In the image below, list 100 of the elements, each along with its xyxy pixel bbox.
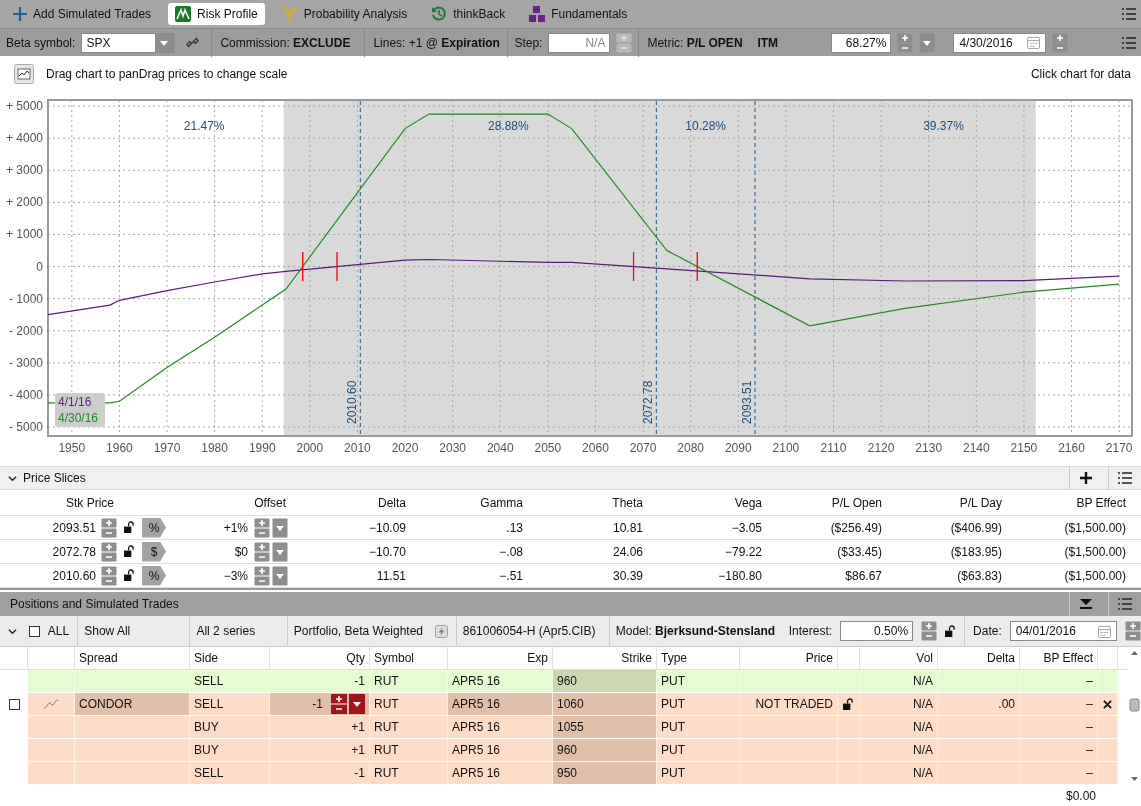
position-row[interactable]: SELL -1 RUT APR5 16 950 PUT N/A – <box>28 762 1118 784</box>
link-icon[interactable] <box>186 36 200 49</box>
caret-icon[interactable] <box>8 473 17 483</box>
axis-label: 2040 <box>486 441 514 455</box>
caret-icon <box>155 32 174 53</box>
series-dropdown[interactable]: All 2 series <box>189 615 279 647</box>
table-cell-text: $0 <box>233 543 249 561</box>
show-dropdown[interactable]: Show All <box>77 615 182 647</box>
account-dropdown[interactable]: 861006054-H (Apr5.CIB) <box>455 615 601 647</box>
table-cell-text: -1 <box>312 697 324 711</box>
tab[interactable]: Add Simulated Trades <box>6 3 159 25</box>
table-cell: RUT <box>370 670 448 692</box>
metric-dropdown[interactable]: Metric: P/L OPEN <box>645 35 750 50</box>
lock-icon[interactable] <box>843 697 854 711</box>
lock-icon[interactable] <box>945 624 957 638</box>
table-cell-text: 24.06 <box>611 543 644 561</box>
lock-icon[interactable] <box>123 521 135 534</box>
table-cell-text: −79.22 <box>723 543 763 561</box>
table-cell-text: −180.80 <box>717 567 763 585</box>
column-header: Symbol <box>370 647 448 669</box>
axis-label: + 2000 <box>5 195 43 210</box>
axis-label: 2160 <box>1058 441 1085 455</box>
chart-hint: Click chart for data <box>1030 67 1131 81</box>
checkbox[interactable] <box>28 625 40 637</box>
dropdown-button[interactable] <box>272 517 288 538</box>
lock-icon[interactable] <box>123 569 135 582</box>
collapse-icon[interactable] <box>1080 598 1092 610</box>
menu-icon[interactable] <box>1122 36 1136 49</box>
column-header: BP Effect <box>1020 647 1098 669</box>
axis-label: 2170 <box>1105 441 1133 455</box>
stepper-control[interactable] <box>254 565 270 586</box>
table-cell: -1 <box>270 670 370 692</box>
table-cell: PUT <box>657 670 740 692</box>
position-row[interactable]: BUY +1 RUT APR5 16 960 PUT N/A – <box>28 739 1118 761</box>
axis-label: 2150 <box>1010 441 1038 455</box>
menu-icon[interactable] <box>1118 598 1132 610</box>
table-cell: 960 <box>553 739 657 761</box>
model-dropdown[interactable]: Model: Bjerksund-Stensland <box>608 615 781 647</box>
close-icon[interactable] <box>1103 699 1112 709</box>
lines-dropdown[interactable]: Lines: +1 @ Expiration <box>371 35 502 50</box>
tab[interactable]: Risk Profile <box>168 3 265 25</box>
stepper-control[interactable] <box>101 517 117 538</box>
table-cell: – <box>1020 693 1098 715</box>
unit-tag[interactable]: % <box>142 517 166 538</box>
table-cell: – <box>1020 762 1098 784</box>
date-field[interactable]: 04/01/2016 <box>1009 621 1117 641</box>
lock-icon[interactable] <box>123 545 135 558</box>
chart-icon <box>175 6 192 22</box>
menu-icon[interactable] <box>1122 8 1136 20</box>
stepper-control[interactable] <box>254 517 270 538</box>
probability-label: 39.37% <box>923 119 964 133</box>
date-field[interactable]: 4/30/2016 <box>953 32 1047 53</box>
stepper-control[interactable] <box>101 565 117 586</box>
calendar-icon[interactable] <box>1097 624 1111 638</box>
tab[interactable]: Probability Analysis <box>274 3 415 25</box>
table-cell: BUY <box>190 716 270 738</box>
lightning-icon[interactable] <box>434 624 448 638</box>
stepper-control[interactable] <box>331 694 365 714</box>
plus-icon[interactable] <box>1080 472 1092 484</box>
caret-icon[interactable] <box>8 626 17 636</box>
unit-tag[interactable]: $ <box>142 541 166 562</box>
column-header: Qty <box>270 647 370 669</box>
column-header: P/L Day <box>958 494 1003 512</box>
position-row[interactable]: CONDOR SELL -1 RUT APR5 16 1060 PUT NOT TRADED N/A .00 – <box>28 693 1118 715</box>
table-cell: APR5 16 <box>448 716 553 738</box>
interest-field[interactable]: 0.50% <box>840 621 914 641</box>
axis-label: 1960 <box>106 441 133 455</box>
probability-field[interactable]: 68.27% <box>831 32 892 53</box>
dropdown-button[interactable] <box>272 565 288 586</box>
table-cell: SELL <box>190 762 270 784</box>
tab[interactable]: Fundamentals <box>522 3 635 25</box>
table-cell-text: ($33.45) <box>836 543 883 561</box>
tab[interactable]: thinkBack <box>424 3 513 25</box>
table-cell-text: 11.51 <box>375 567 407 585</box>
table-cell: APR5 16 <box>448 670 553 692</box>
table-cell: N/A <box>860 693 938 715</box>
table-cell-text: −10.09 <box>367 519 407 537</box>
table-cell-text: −.08 <box>498 543 524 561</box>
dropdown-button[interactable] <box>919 32 936 53</box>
stepper-control[interactable] <box>101 541 117 562</box>
table-cell: RUT <box>370 693 448 715</box>
itm-dropdown[interactable]: ITM <box>755 35 826 50</box>
position-row[interactable]: BUY +1 RUT APR5 16 1055 PUT N/A – <box>28 716 1118 738</box>
dropdown-button[interactable] <box>272 541 288 562</box>
menu-icon[interactable] <box>1118 472 1132 484</box>
table-cell: RUT <box>370 739 448 761</box>
probability-label: 21.47% <box>183 119 225 133</box>
commission-dropdown[interactable]: Commission: EXCLUDE <box>218 35 359 50</box>
stepper-control[interactable] <box>254 541 270 562</box>
unit-tag[interactable]: % <box>142 565 166 586</box>
position-row[interactable]: SELL -1 RUT APR5 16 960 PUT N/A – <box>28 670 1118 692</box>
chart-icon[interactable] <box>14 64 34 84</box>
axis-label: 1950 <box>58 441 86 455</box>
table-cell-text: ($256.49) <box>829 519 883 537</box>
checkbox[interactable] <box>8 698 20 710</box>
symbol-select[interactable]: SPX <box>81 32 175 53</box>
calendar-icon[interactable] <box>1027 36 1041 49</box>
axis-label: + 4000 <box>5 131 43 146</box>
column-header: Type <box>657 647 740 669</box>
portfolio-dropdown[interactable]: Portfolio, Beta Weighted <box>286 615 427 647</box>
